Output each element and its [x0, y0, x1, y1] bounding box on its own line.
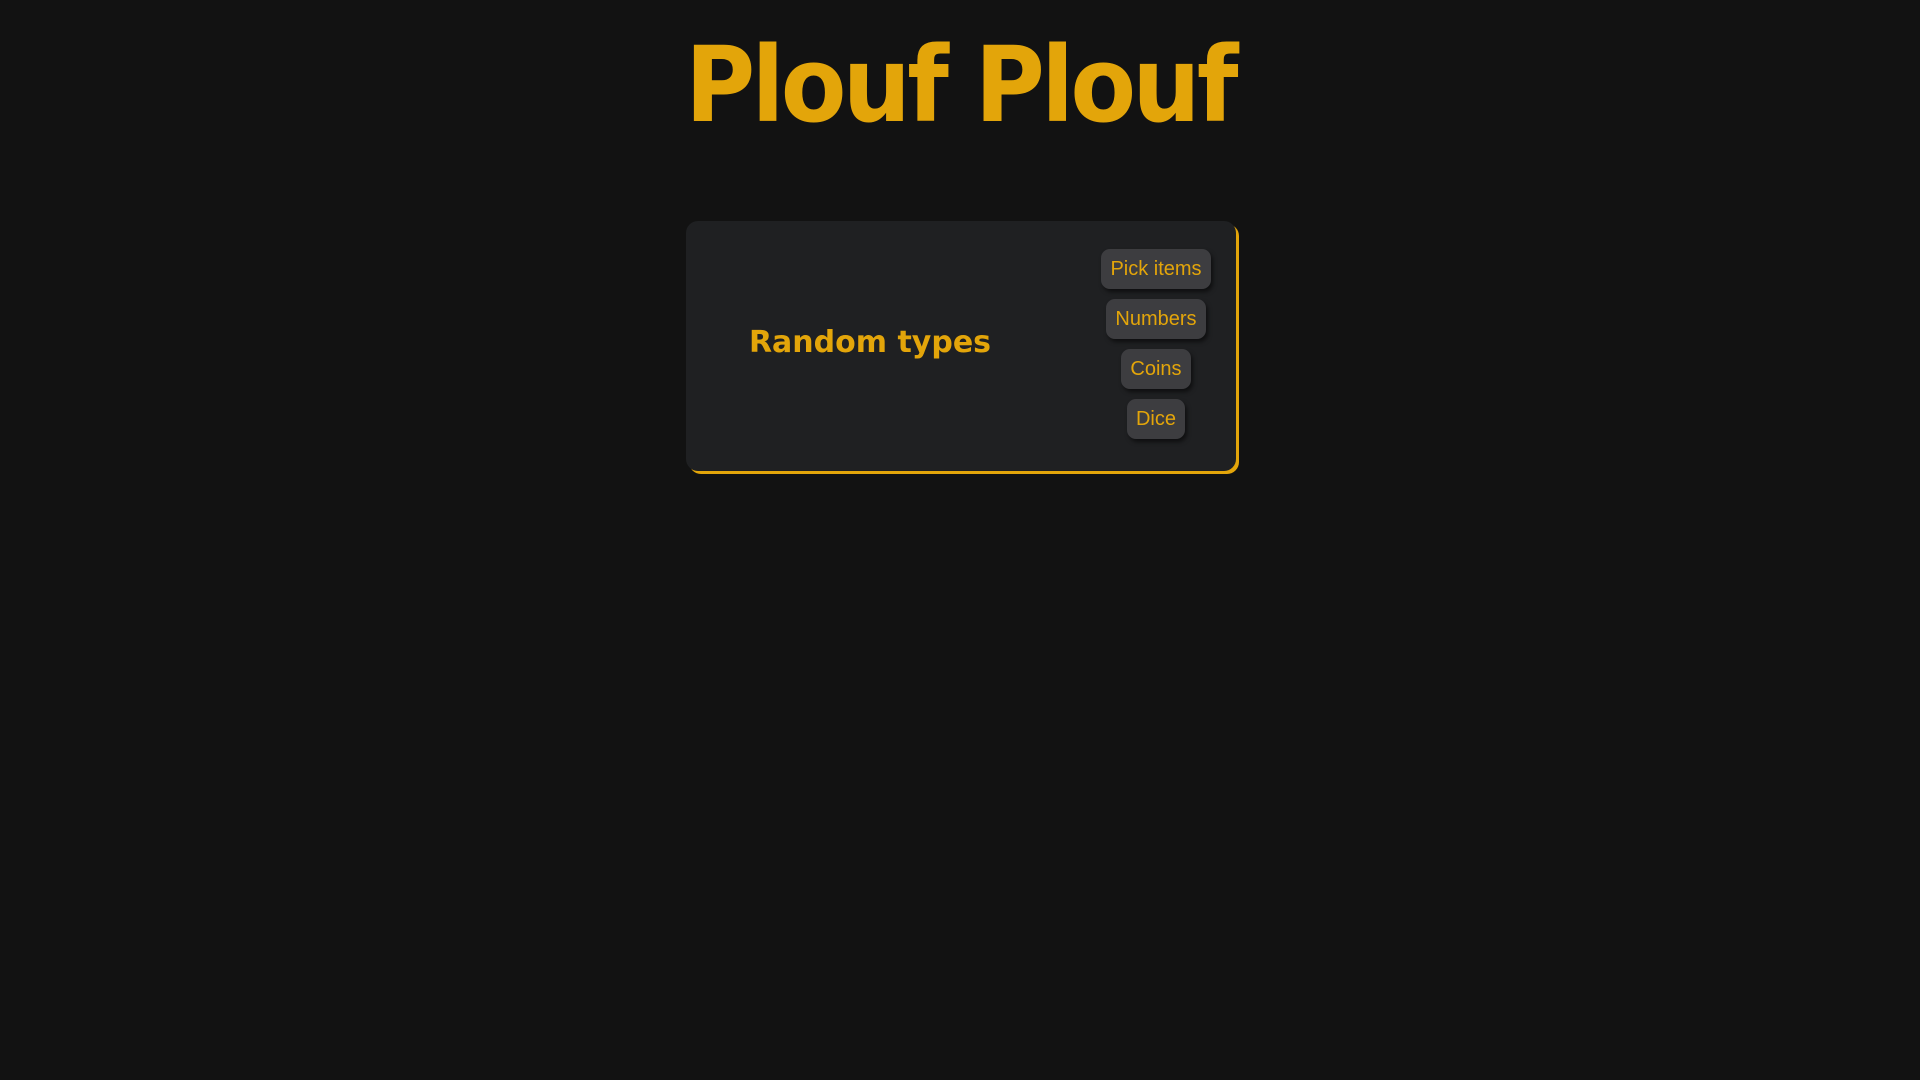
- pick-items-button[interactable]: Pick items: [1101, 249, 1211, 289]
- random-type-buttons: Pick items Numbers Coins Dice: [1060, 249, 1252, 449]
- random-types-card: Random types Pick items Numbers Coins Di…: [686, 221, 1236, 471]
- numbers-button[interactable]: Numbers: [1106, 299, 1206, 339]
- card-title: Random types: [748, 325, 992, 360]
- page: Plouf Plouf Random types Pick items Numb…: [0, 0, 1920, 1080]
- dice-button[interactable]: Dice: [1126, 399, 1185, 439]
- coins-button[interactable]: Coins: [1121, 349, 1191, 389]
- app-title: Plouf Plouf: [685, 24, 1238, 146]
